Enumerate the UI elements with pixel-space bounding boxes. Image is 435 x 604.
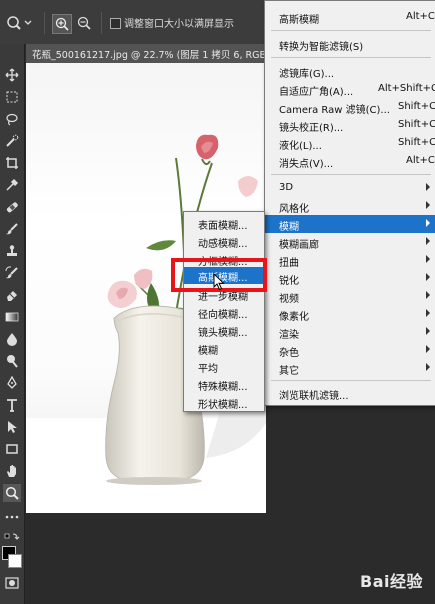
zoom-tool-preset-picker[interactable] <box>4 14 34 32</box>
menu-item-blur[interactable]: 模糊 <box>265 215 435 233</box>
eyedropper-icon <box>6 178 19 191</box>
menu-item-render[interactable]: 渲染 <box>265 323 435 341</box>
pen-icon <box>7 376 17 389</box>
menu-item-sharpen[interactable]: 锐化 <box>265 269 435 287</box>
clone-stamp-tool[interactable] <box>3 242 21 260</box>
rectangle-marquee-icon <box>6 91 18 103</box>
more-tools-button[interactable] <box>3 508 21 526</box>
water-drop-icon <box>7 333 17 346</box>
menu-item-filter-gallery[interactable]: 滤镜库(G)... <box>265 62 435 80</box>
quick-selection-icon <box>6 134 19 147</box>
background-color-swatch[interactable] <box>8 554 22 568</box>
eraser-tool[interactable] <box>3 286 21 304</box>
menu-item-other[interactable]: 其它 <box>265 359 435 377</box>
pen-tool[interactable] <box>3 374 21 392</box>
menu-item-3d[interactable]: 3D <box>265 179 435 197</box>
crop-tool[interactable] <box>3 154 21 172</box>
hand-tool[interactable] <box>3 462 21 480</box>
submenu-item-average[interactable]: 平均 <box>184 358 264 375</box>
zoom-icon <box>7 16 32 30</box>
menu-item-liquify[interactable]: 液化(L)... Shift+Ct <box>265 134 435 152</box>
gradient-icon <box>5 312 19 322</box>
hand-icon <box>7 465 16 477</box>
type-tool[interactable] <box>3 396 21 414</box>
filter-menu: 高斯模糊 Alt+C 转换为智能滤镜(S) 滤镜库(G)... 自适应广角(A)… <box>264 0 435 406</box>
canvas-pasteboard <box>26 513 266 604</box>
type-icon <box>7 399 17 412</box>
quick-mask-button[interactable] <box>3 574 21 592</box>
ellipsis-icon <box>5 515 19 519</box>
stamp-icon <box>7 245 17 256</box>
zoom-tool[interactable] <box>3 484 21 502</box>
move-tool[interactable] <box>3 66 21 84</box>
menu-item-lens-correction[interactable]: 镜头校正(R)... Shift+Ct <box>265 116 435 134</box>
swap-colors-button[interactable] <box>3 528 21 546</box>
zoom-in-icon <box>55 17 69 31</box>
rectangle-icon <box>6 444 18 454</box>
zoom-out-button[interactable] <box>75 14 93 32</box>
tools-panel <box>0 44 25 604</box>
healing-brush-tool[interactable] <box>3 198 21 216</box>
resize-window-label: 调整窗口大小以满屏显示 <box>124 19 234 30</box>
magnifier-icon <box>5 486 19 500</box>
menu-item-camera-raw-filter[interactable]: Camera Raw 滤镜(C)... Shift+Ct <box>265 98 435 116</box>
lasso-tool[interactable] <box>3 110 21 128</box>
swap-colors-icon <box>4 533 20 540</box>
eraser-icon <box>7 291 17 301</box>
gradient-tool[interactable] <box>3 308 21 326</box>
eyedropper-tool[interactable] <box>3 176 21 194</box>
menu-item-stylize[interactable]: 风格化 <box>265 197 435 215</box>
zoom-in-button[interactable] <box>52 14 72 34</box>
document-tab[interactable]: 花瓶_500161217.jpg @ 22.7% (图层 1 拷贝 6, RGB <box>26 44 267 63</box>
brush-icon <box>6 223 18 235</box>
menu-item-pixelate[interactable]: 像素化 <box>265 305 435 323</box>
bandage-icon <box>6 202 18 213</box>
submenu-item-blur[interactable]: 模糊 <box>184 340 264 357</box>
lasso-icon <box>6 113 18 126</box>
menu-item-last-filter-gaussian-blur[interactable]: 高斯模糊 Alt+C <box>265 8 435 26</box>
history-brush-tool[interactable] <box>3 264 21 282</box>
quick-selection-tool[interactable] <box>3 132 21 150</box>
submenu-item-lens-blur[interactable]: 镜头模糊... <box>184 322 264 339</box>
arrow-cursor-icon <box>8 421 17 433</box>
menu-item-vanishing-point[interactable]: 消失点(V)... Alt+Ct <box>265 152 435 170</box>
menu-item-blur-gallery[interactable]: 模糊画廊 <box>265 233 435 251</box>
menu-item-distort[interactable]: 扭曲 <box>265 251 435 269</box>
dodge-tool[interactable] <box>3 352 21 370</box>
path-selection-tool[interactable] <box>3 418 21 436</box>
quick-mask-icon <box>5 577 19 589</box>
move-icon <box>5 68 19 82</box>
menu-item-convert-smart-filters[interactable]: 转换为智能滤镜(S) <box>265 35 435 53</box>
submenu-item-shape-blur[interactable]: 形状模糊... <box>184 394 264 411</box>
submenu-item-surface-blur[interactable]: 表面模糊... <box>184 215 264 232</box>
brush-tool[interactable] <box>3 220 21 238</box>
menu-item-adaptive-wide-angle[interactable]: 自适应广角(A)... Alt+Shift+Ct <box>265 80 435 98</box>
dodge-icon <box>7 355 18 368</box>
submenu-item-motion-blur[interactable]: 动感模糊... <box>184 233 264 250</box>
history-brush-icon <box>5 266 18 279</box>
rectangle-tool[interactable] <box>3 440 21 458</box>
blur-submenu: 表面模糊... 动感模糊... 方框模糊... 高斯模糊... 进一步模糊 径向… <box>183 211 265 412</box>
zoom-out-icon <box>77 16 91 30</box>
crop-icon <box>6 157 18 169</box>
resize-window-checkbox[interactable] <box>110 18 121 29</box>
submenu-item-radial-blur[interactable]: 径向模糊... <box>184 304 264 321</box>
watermark: Bai经验 <box>360 572 423 591</box>
blur-tool[interactable] <box>3 330 21 348</box>
menu-item-video[interactable]: 视频 <box>265 287 435 305</box>
mouse-cursor-icon <box>213 272 225 294</box>
menu-item-noise[interactable]: 杂色 <box>265 341 435 359</box>
submenu-item-smart-blur[interactable]: 特殊模糊... <box>184 376 264 393</box>
menu-item-browse-filters-online[interactable]: 浏览联机滤镜... <box>265 384 435 402</box>
document-tab-title: 花瓶_500161217.jpg @ 22.7% (图层 1 拷贝 6, RGB <box>32 50 266 61</box>
marquee-tool[interactable] <box>3 88 21 106</box>
